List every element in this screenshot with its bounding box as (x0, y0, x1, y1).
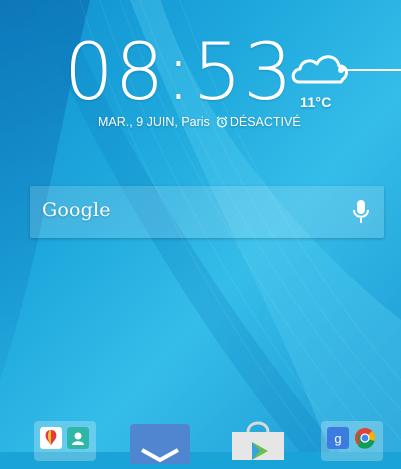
shopping-bag-icon (232, 421, 284, 462)
play-store-app[interactable] (228, 420, 288, 462)
temperature-label: 11°C (300, 94, 332, 110)
date-label: MAR., 9 JUIN, Paris (98, 115, 210, 129)
microphone-icon[interactable] (352, 199, 370, 225)
google-search-bar[interactable]: Google (30, 186, 384, 238)
alarm-clock-icon (216, 116, 228, 128)
date-line[interactable]: MAR., 9 JUIN, Paris DÉSACTIVÉ (98, 115, 301, 129)
clock-hours: 08 (64, 28, 166, 118)
google-logo: Google (42, 199, 111, 221)
clock-separator: : (165, 28, 193, 118)
envelope-icon (141, 448, 179, 462)
clock-minutes: 53 (192, 28, 294, 118)
balloon-icon (40, 427, 62, 449)
google-plus-icon: g (327, 427, 349, 449)
folder-right[interactable]: g (321, 421, 383, 461)
clock-time[interactable]: 08:53 (64, 28, 293, 118)
cloud-icon[interactable] (289, 48, 401, 88)
email-app[interactable] (130, 424, 190, 464)
folder-left[interactable] (34, 421, 96, 461)
chrome-icon (354, 427, 376, 449)
svg-text:g: g (334, 431, 341, 446)
alarm-status: DÉSACTIVÉ (229, 115, 301, 129)
contacts-icon (67, 427, 89, 449)
